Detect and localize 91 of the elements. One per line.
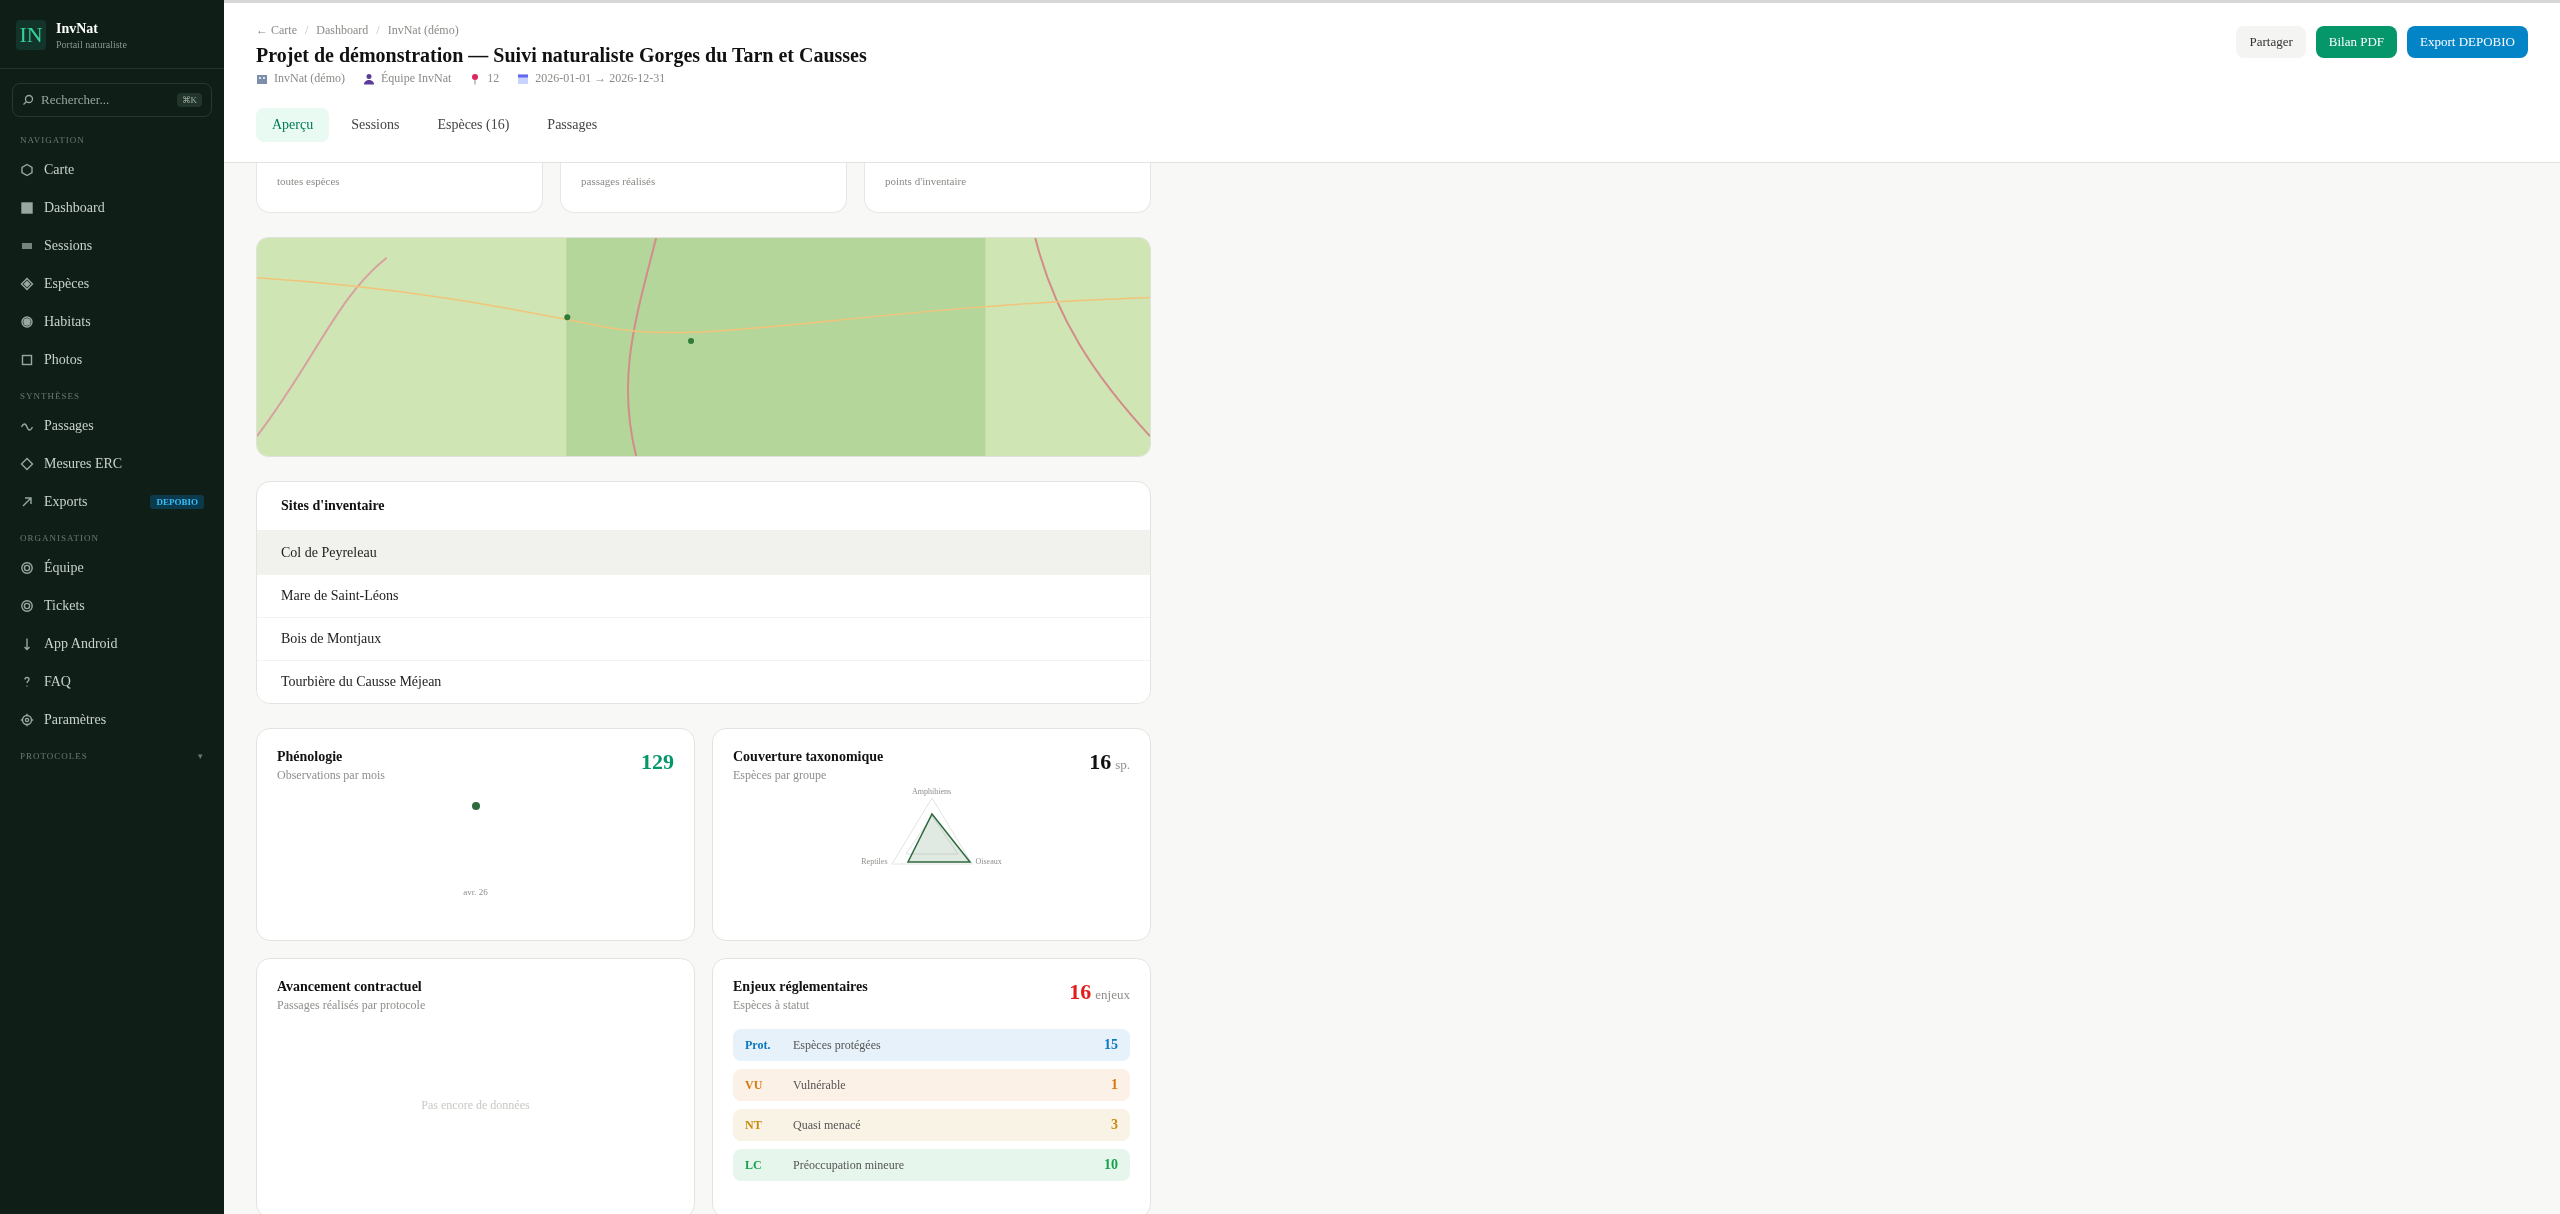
section-heading: ORGANISATION — [20, 533, 99, 543]
axis-label: Reptiles — [861, 857, 888, 866]
status-code: Prot. — [745, 1037, 772, 1053]
breadcrumb-link[interactable]: ← Carte — [256, 23, 297, 38]
logo: IN — [16, 20, 46, 50]
dot-chart-drawing — [470, 801, 481, 811]
meta-text: Équipe InvNat — [381, 71, 452, 86]
ring-icon — [20, 561, 34, 575]
shortcut-hint: ⌘K — [176, 93, 202, 107]
card-title: Sites d'inventaire — [281, 498, 386, 514]
card-title: Avancement contractuel — [277, 979, 423, 995]
arrow-icon — [20, 495, 34, 509]
building-icon — [256, 72, 268, 85]
section-heading: NAVIGATION — [20, 135, 85, 145]
calendar-icon — [517, 72, 530, 85]
nav-item[interactable]: Sessions — [0, 227, 224, 265]
nav-badge: DEPOBIO — [150, 495, 204, 509]
search-icon — [22, 94, 34, 106]
tab[interactable]: Aperçu — [256, 108, 330, 142]
meta-text: 12 — [487, 71, 500, 86]
grid-icon — [20, 201, 34, 215]
site-row[interactable]: Tourbière du Causse Méjean — [257, 660, 1150, 703]
status-count: 3 — [1111, 1117, 1118, 1133]
axis-label: avr. 26 — [463, 887, 488, 897]
nav-item[interactable]: Habitats — [0, 303, 224, 341]
unit-label: sp. — [1115, 757, 1130, 773]
card-subtitle: Espèces par groupe — [733, 768, 828, 783]
stat-caption: passages réalisés — [581, 175, 656, 187]
breadcrumb-link[interactable]: InvNat (démo) — [387, 23, 459, 38]
status-count: 1 — [1111, 1077, 1118, 1093]
nav-item[interactable]: Espèces — [0, 265, 224, 303]
settings-icon — [20, 713, 34, 727]
status-code: LC — [745, 1157, 763, 1173]
card-subtitle: Espèces à statut — [733, 998, 810, 1013]
nav-item[interactable]: Carte — [0, 151, 224, 189]
person-icon — [363, 72, 375, 85]
axis-label: Oiseaux — [975, 857, 1002, 866]
status-count: 10 — [1104, 1157, 1118, 1173]
nav-item[interactable]: App Android — [0, 625, 224, 663]
status-code: NT — [745, 1117, 763, 1133]
nav-item[interactable]: Dashboard — [0, 189, 224, 227]
breadcrumb-separator: / — [376, 23, 380, 38]
square-icon — [20, 353, 34, 367]
nav-item[interactable]: FAQ — [0, 663, 224, 701]
status-label: Espèces protégées — [793, 1037, 882, 1053]
hexagon-icon — [20, 163, 34, 177]
ring-icon — [20, 599, 34, 613]
total-count: 16 — [1089, 749, 1112, 775]
diamond-icon — [20, 277, 34, 291]
stat-caption: toutes espèces — [277, 175, 340, 187]
card-subtitle: Passages réalisés par protocole — [277, 998, 426, 1013]
nav-item[interactable]: Mesures ERC — [0, 445, 224, 483]
nav-item[interactable]: Paramètres — [0, 701, 224, 739]
meta-text: 2026-01-01 → 2026-12-31 — [535, 71, 666, 86]
tab[interactable]: Sessions — [335, 108, 416, 142]
status-label: Préoccupation mineure — [793, 1157, 905, 1173]
total-count: 16 — [1069, 979, 1092, 1005]
unit-label: enjeux — [1095, 987, 1130, 1003]
app-name: InvNat — [56, 20, 99, 37]
breadcrumb-link[interactable]: Dashboard — [316, 23, 369, 38]
status-code: VU — [745, 1077, 764, 1093]
nav-item[interactable]: Passages — [0, 407, 224, 445]
action-button[interactable]: Export DEPOBIO — [2407, 26, 2528, 58]
stat-caption: points d'inventaire — [885, 175, 967, 187]
diamond-icon — [20, 457, 34, 471]
meta-text: InvNat (démo) — [274, 71, 345, 86]
status-label: Vulnérable — [793, 1077, 847, 1093]
tab[interactable]: Espèces (16) — [421, 108, 526, 142]
card-subtitle: Observations par mois — [277, 768, 385, 783]
status-label: Quasi menacé — [793, 1117, 862, 1133]
section-heading: PROTOCOLES — [20, 751, 88, 761]
action-button[interactable]: Bilan PDF — [2315, 26, 2398, 58]
card-title: Couverture taxonomique — [733, 749, 884, 765]
app-tagline: Portail naturaliste — [56, 38, 127, 50]
axis-label: Amphibiens — [911, 787, 952, 796]
card-title: Enjeux réglementaires — [733, 979, 868, 995]
caret-icon[interactable]: ▾ — [198, 751, 204, 761]
action-button[interactable]: Partager — [2236, 26, 2306, 58]
nav-item[interactable]: Équipe — [0, 549, 224, 587]
page-title: Projet de démonstration — Suivi naturaliste Gorges du Tarn et Causses — [256, 44, 867, 67]
nav-item[interactable]: Photos — [0, 341, 224, 379]
site-row[interactable]: Col de Peyreleau — [257, 531, 1150, 574]
tab[interactable]: Passages — [531, 108, 614, 142]
status-count: 15 — [1104, 1037, 1118, 1053]
nav-item[interactable]: Tickets — [0, 587, 224, 625]
breadcrumb-separator: / — [305, 23, 309, 38]
total-count: 129 — [641, 749, 674, 775]
section-heading: SYNTHÈSES — [20, 391, 80, 401]
card-title: Phénologie — [277, 749, 344, 765]
nav-item[interactable]: Exports DEPOBIO — [0, 483, 224, 521]
target-icon — [20, 315, 34, 329]
